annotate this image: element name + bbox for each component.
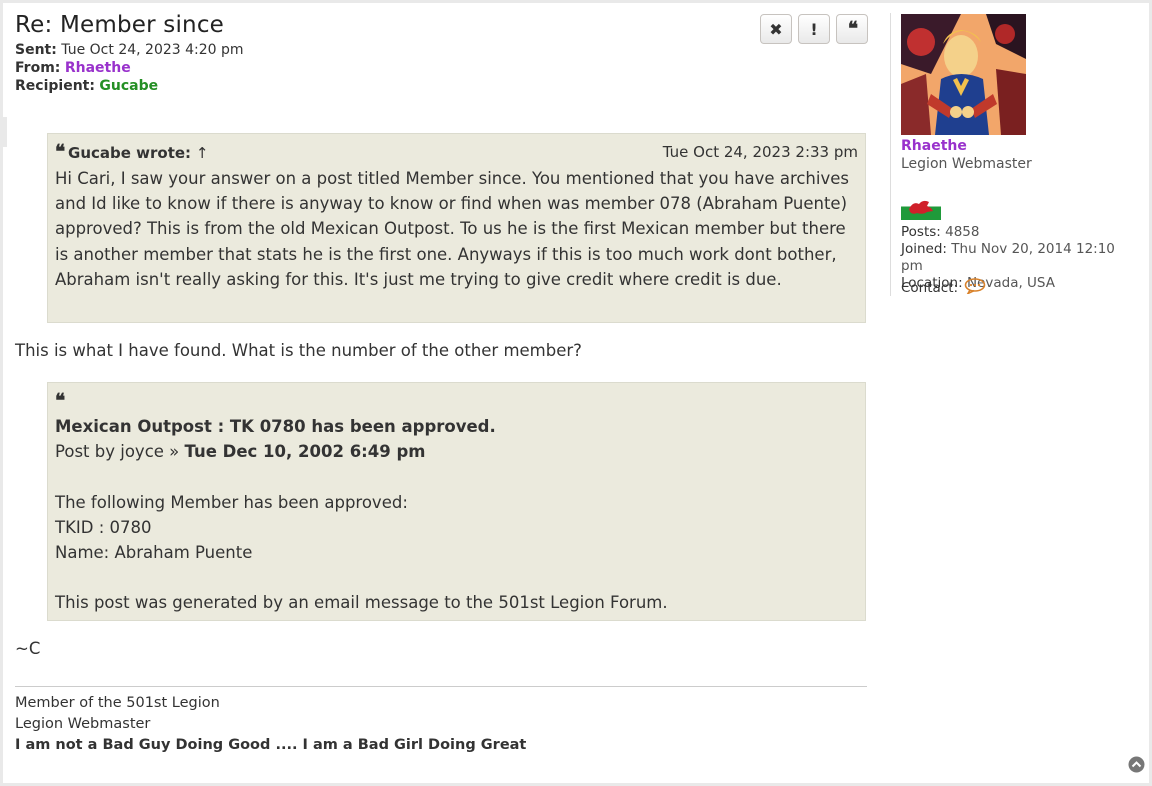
wales-flag-icon (901, 193, 941, 220)
speech-bubble-icon (964, 278, 986, 296)
sign-off: ~C (15, 639, 41, 658)
signature-line: Member of the 501st Legion (15, 695, 220, 711)
recipient-user-link[interactable]: Gucabe (99, 78, 158, 94)
message-actions: ✖ ! ❝ (760, 14, 868, 44)
close-icon: ✖ (769, 19, 783, 39)
signature-tagline: I am not a Bad Guy Doing Good .... I am … (15, 737, 527, 753)
quote-button[interactable]: ❝ (836, 14, 868, 44)
from-label: From: (15, 60, 61, 76)
archive-line: The following Member has been approved: (55, 492, 408, 512)
archive-post-byline: Post by joyce » Tue Dec 10, 2002 6:49 pm (55, 439, 858, 464)
posts-label: Posts: (901, 224, 941, 240)
avatar-image (901, 14, 1026, 135)
author-profile: Rhaethe Legion Webmaster Posts: 4858 Joi… (890, 13, 1140, 296)
sent-value: Tue Oct 24, 2023 4:20 pm (61, 42, 244, 58)
exclamation-icon: ! (810, 19, 818, 39)
posts-count-link[interactable]: 4858 (945, 224, 979, 240)
archive-line: This post was generated by an email mess… (55, 593, 668, 613)
message-title: Re: Member since (15, 12, 225, 38)
recipient-label: Recipient: (15, 78, 95, 94)
quote-block-archive: ❝ Mexican Outpost : TK 0780 has been app… (47, 382, 866, 621)
joined-label: Joined: (901, 241, 947, 257)
private-message-panel: Re: Member since Sent: Tue Oct 24, 2023 … (3, 3, 1149, 783)
jump-to-post-link[interactable]: ↑ (196, 144, 209, 162)
quote-icon: ❝ (55, 141, 65, 163)
reply-text: This is what I have found. What is the n… (15, 341, 582, 360)
quote-icon: ❝ (55, 390, 65, 412)
archive-line: TKID : 0780 (55, 517, 152, 537)
delete-button[interactable]: ✖ (760, 14, 792, 44)
archive-post-by: Post by joyce » (55, 442, 185, 462)
profile-username-link[interactable]: Rhaethe (901, 138, 967, 154)
contact-row: Contact: (901, 278, 986, 298)
from-row: From: Rhaethe (15, 59, 867, 77)
back-to-top-button[interactable] (1128, 756, 1145, 773)
archive-line: Name: Abraham Puente (55, 543, 253, 563)
posts-row: Posts: 4858 (901, 224, 1140, 241)
avatar[interactable] (901, 14, 1026, 135)
quote-date: Tue Oct 24, 2023 2:33 pm (662, 143, 858, 161)
joined-row: Joined: Thu Nov 20, 2014 12:10 pm (901, 241, 1140, 275)
quote-block-gucabe: ❝ Gucabe wrote: ↑ Tue Oct 24, 2023 2:33 … (47, 133, 866, 323)
sent-label: Sent: (15, 42, 57, 58)
sent-row: Sent: Tue Oct 24, 2023 4:20 pm (15, 41, 867, 59)
quote-author: Gucabe wrote: (68, 144, 192, 162)
quote-text: Hi Cari, I saw your answer on a post tit… (55, 169, 849, 289)
contact-button[interactable] (964, 278, 986, 298)
chevron-up-icon (1128, 756, 1145, 773)
signature: Member of the 501st Legion Legion Webmas… (15, 686, 867, 756)
quote-icon: ❝ (847, 18, 858, 40)
archive-post-heading: Mexican Outpost : TK 0780 has been appro… (55, 417, 496, 437)
profile-rank: Legion Webmaster (901, 156, 1032, 172)
quote-header: ❝ Gucabe wrote: ↑ Tue Oct 24, 2023 2:33 … (55, 140, 858, 166)
signature-line: Legion Webmaster (15, 716, 151, 732)
from-user-link[interactable]: Rhaethe (65, 60, 131, 76)
recipient-row: Recipient: Gucabe (15, 77, 867, 95)
contact-label: Contact: (901, 280, 959, 296)
message-header: Re: Member since Sent: Tue Oct 24, 2023 … (15, 9, 867, 95)
panel-notch (3, 117, 7, 147)
archive-post-date: Tue Dec 10, 2002 6:49 pm (184, 442, 426, 462)
report-button[interactable]: ! (798, 14, 830, 44)
